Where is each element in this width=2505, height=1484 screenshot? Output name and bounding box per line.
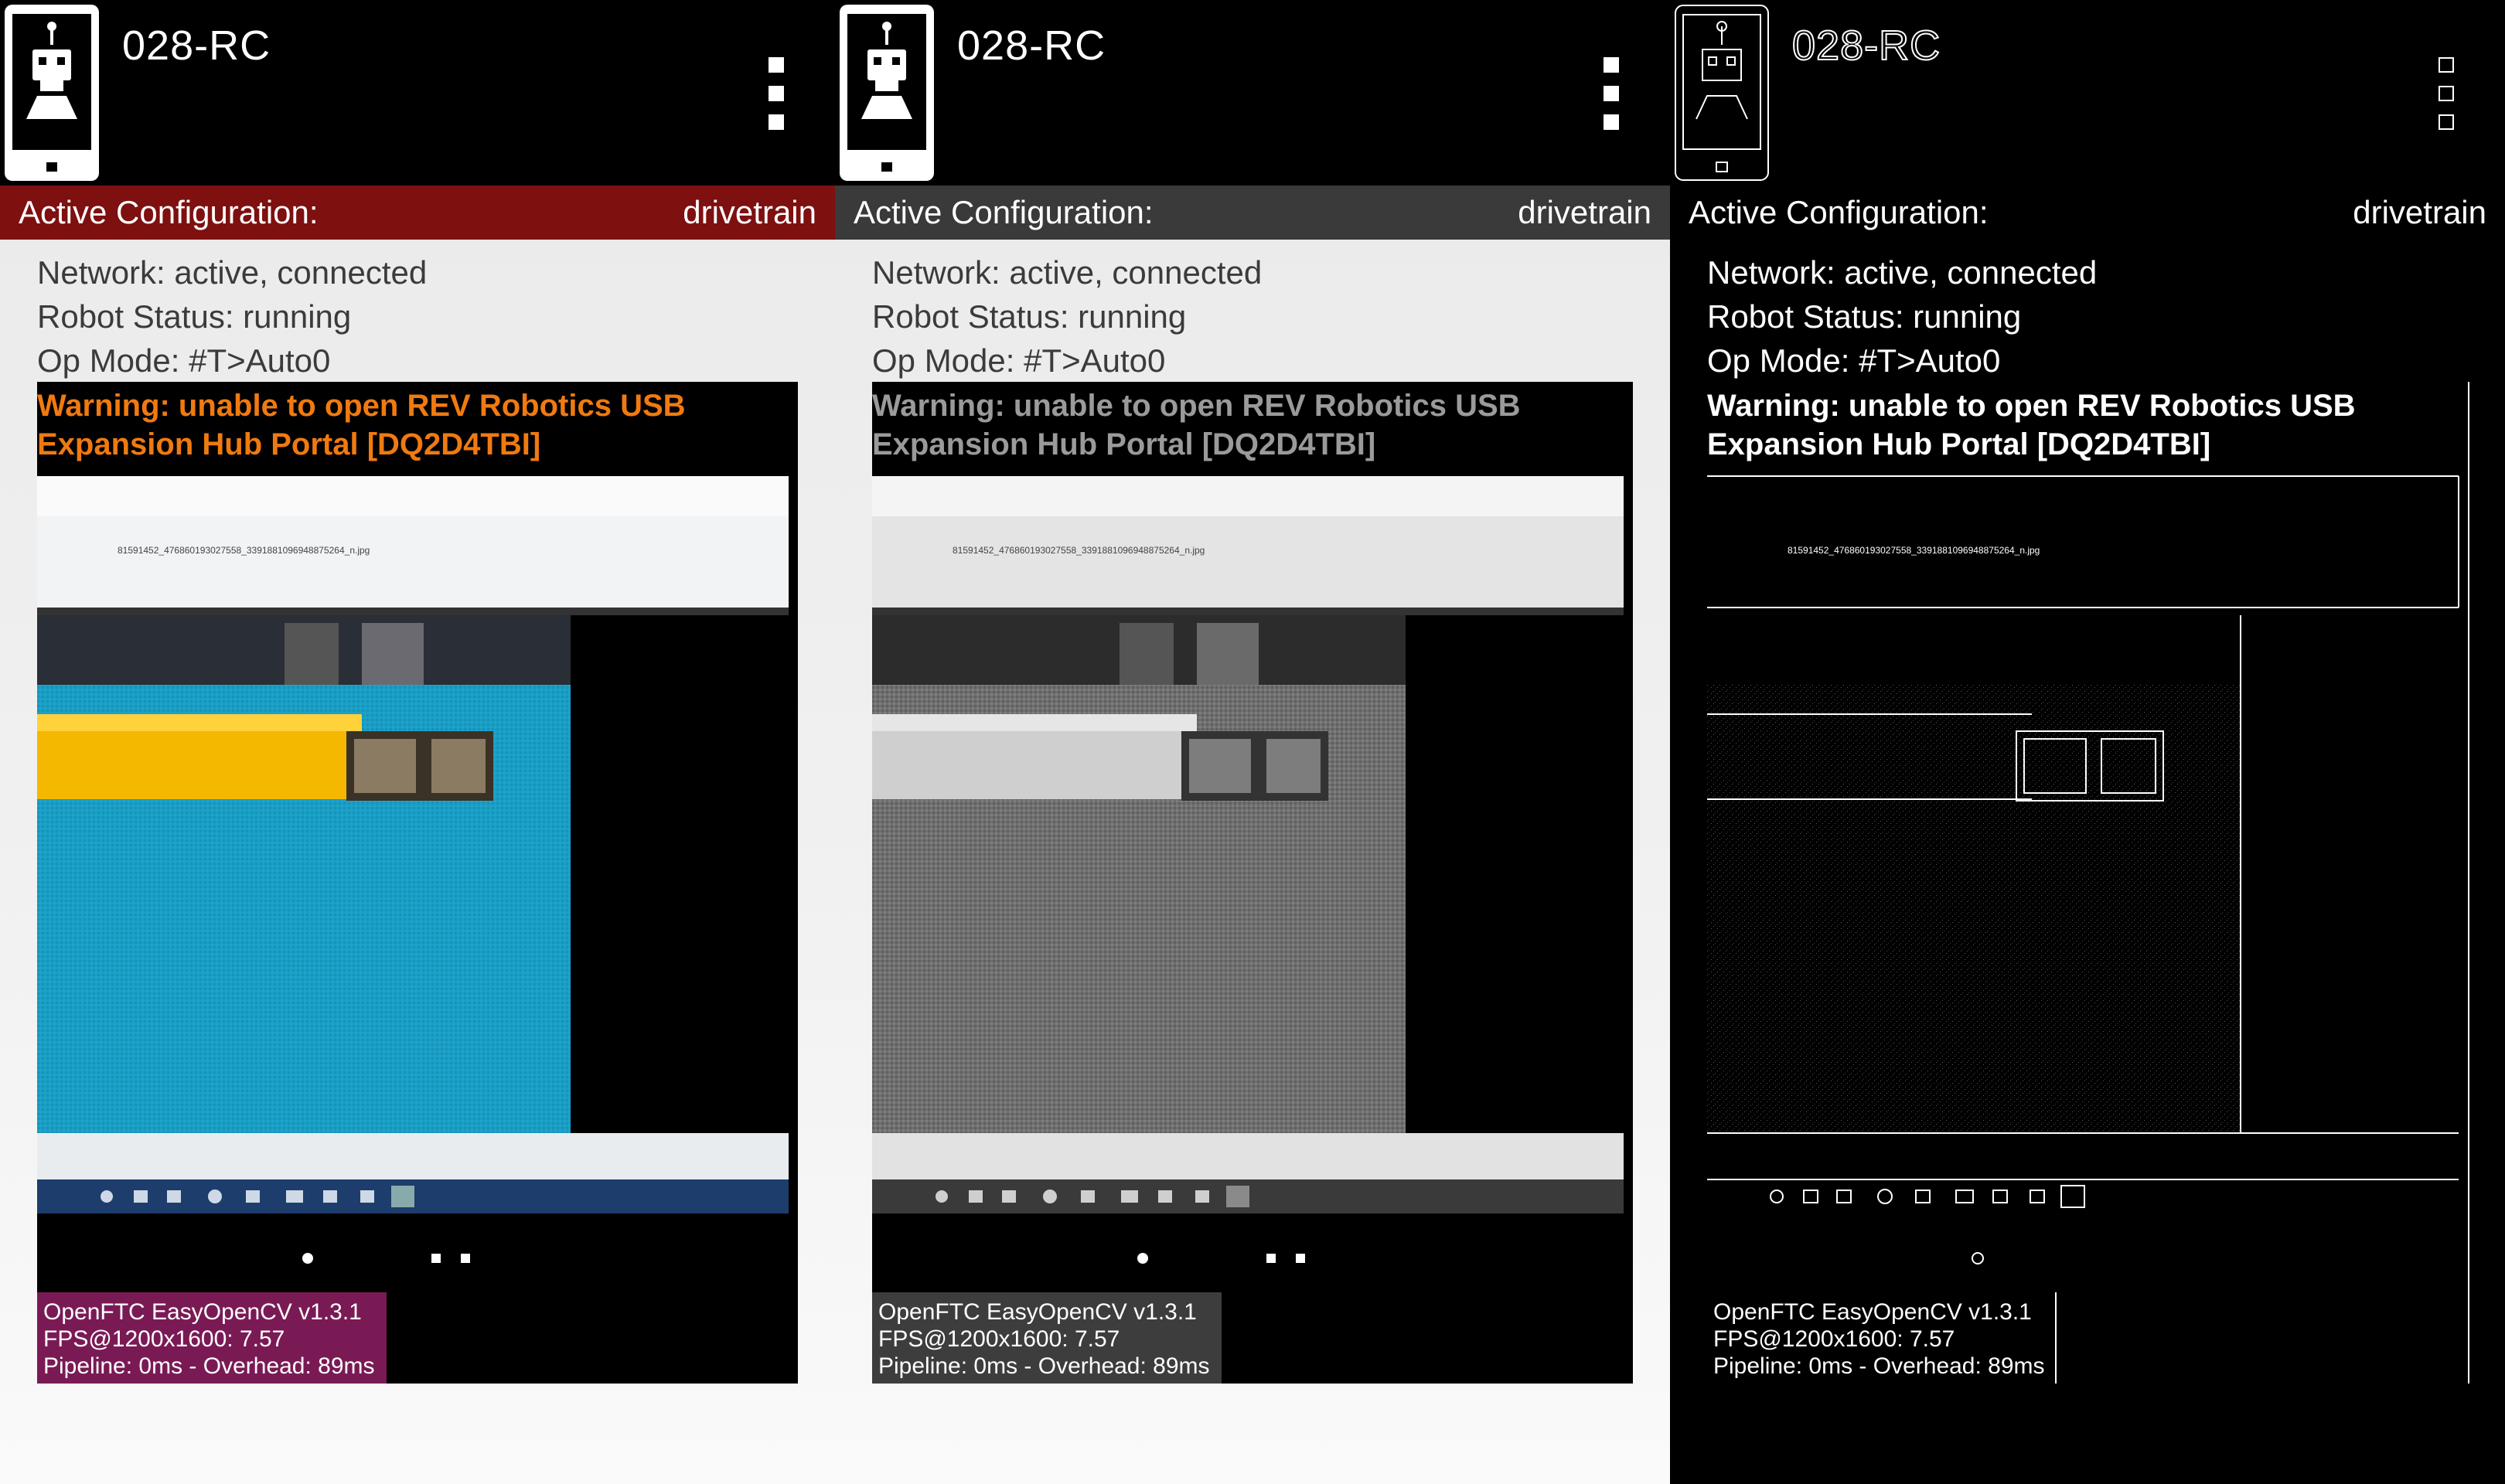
network-status: Network: active, connected: [1707, 254, 2098, 291]
robot-controller-phone-icon[interactable]: [1673, 3, 1771, 182]
easyopencv-version: OpenFTC EasyOpenCV v1.3.1: [1713, 1299, 2032, 1325]
camera-caption: 81591452_476860193027558_339188109694887…: [953, 545, 1205, 556]
op-mode-status: Op Mode: #T>Auto0: [872, 342, 1166, 379]
robot-status: Robot Status: running: [872, 298, 1187, 335]
robot-status: Robot Status: running: [1707, 298, 2022, 335]
robot-status-block: Network: active, connected Robot Status:…: [1707, 250, 2097, 383]
camera-stream-view[interactable]: Warning: unable to open REV Robotics USB…: [37, 382, 798, 1384]
app-name: 028-RC: [122, 22, 271, 69]
fps-readout: FPS@1200x1600: 7.57: [43, 1326, 285, 1352]
pipeline-timing: Pipeline: 0ms - Overhead: 89ms: [878, 1353, 1210, 1379]
easyopencv-version: OpenFTC EasyOpenCV v1.3.1: [43, 1299, 362, 1325]
rc-panel-color: 028-RC Active Configuration: drivetrain …: [0, 0, 835, 1484]
op-mode-status: Op Mode: #T>Auto0: [37, 342, 331, 379]
robot-controller-phone-icon[interactable]: [838, 3, 936, 182]
camera-stream-view[interactable]: Warning: unable to open REV Robotics USB…: [872, 382, 1633, 1384]
active-configuration-bar: Active Configuration: drivetrain: [835, 186, 1670, 240]
active-configuration-label: Active Configuration:: [19, 194, 319, 230]
warning-message: Warning: unable to open REV Robotics USB…: [872, 389, 1521, 461]
app-bar: 028-RC: [835, 0, 1670, 186]
camera-stream-view[interactable]: Warning: unable to open REV Robotics USB…: [1707, 382, 2469, 1384]
active-configuration-bar: Active Configuration: drivetrain: [1670, 186, 2505, 240]
app-bar: 028-RC: [0, 0, 835, 186]
pipeline-timing: Pipeline: 0ms - Overhead: 89ms: [43, 1353, 375, 1379]
fps-readout: FPS@1200x1600: 7.57: [878, 1326, 1120, 1352]
app-bar: 028-RC: [1670, 0, 2505, 186]
app-name: 028-RC: [957, 22, 1106, 69]
pipeline-stats-overlay: OpenFTC EasyOpenCV v1.3.1 FPS@1200x1600:…: [37, 1292, 387, 1384]
overflow-menu-icon[interactable]: [2437, 57, 2456, 130]
warning-message: Warning: unable to open REV Robotics USB…: [37, 389, 686, 461]
active-configuration-label: Active Configuration:: [1689, 194, 1989, 230]
overflow-menu-icon[interactable]: [767, 57, 786, 130]
pipeline-stats-overlay: OpenFTC EasyOpenCV v1.3.1 FPS@1200x1600:…: [872, 1292, 1222, 1384]
pipeline-stats-overlay: OpenFTC EasyOpenCV v1.3.1 FPS@1200x1600:…: [1707, 1292, 2057, 1384]
rc-panel-edge: 028-RC Active Configuration: drivetrain …: [1670, 0, 2505, 1484]
op-mode-status: Op Mode: #T>Auto0: [1707, 342, 2001, 379]
rc-panel-grayscale: 028-RC Active Configuration: drivetrain …: [835, 0, 1670, 1484]
overflow-menu-icon[interactable]: [1602, 57, 1621, 130]
robot-status-block: Network: active, connected Robot Status:…: [872, 250, 1262, 383]
robot-status-block: Network: active, connected Robot Status:…: [37, 250, 427, 383]
easyopencv-version: OpenFTC EasyOpenCV v1.3.1: [878, 1299, 1197, 1325]
active-configuration-bar: Active Configuration: drivetrain: [0, 186, 835, 240]
camera-frame: 81591452_476860193027558_339188109694887…: [37, 468, 798, 1295]
camera-caption: 81591452_476860193027558_339188109694887…: [118, 545, 370, 556]
network-status: Network: active, connected: [872, 254, 1263, 291]
active-configuration-value: drivetrain: [683, 194, 816, 230]
network-status: Network: active, connected: [37, 254, 428, 291]
active-configuration-value: drivetrain: [1518, 194, 1651, 230]
warning-message: Warning: unable to open REV Robotics USB…: [1707, 389, 2356, 461]
robot-status: Robot Status: running: [37, 298, 352, 335]
active-configuration-value: drivetrain: [2353, 194, 2486, 230]
fps-readout: FPS@1200x1600: 7.57: [1713, 1326, 1955, 1352]
camera-frame: 81591452_476860193027558_339188109694887…: [872, 468, 1633, 1295]
camera-frame: 81591452_476860193027558_339188109694887…: [1707, 468, 2468, 1295]
pipeline-timing: Pipeline: 0ms - Overhead: 89ms: [1713, 1353, 2045, 1379]
robot-controller-phone-icon[interactable]: [3, 3, 101, 182]
active-configuration-label: Active Configuration:: [854, 194, 1154, 230]
app-name: 028-RC: [1791, 22, 1941, 70]
camera-caption: 81591452_476860193027558_339188109694887…: [1788, 545, 2040, 556]
